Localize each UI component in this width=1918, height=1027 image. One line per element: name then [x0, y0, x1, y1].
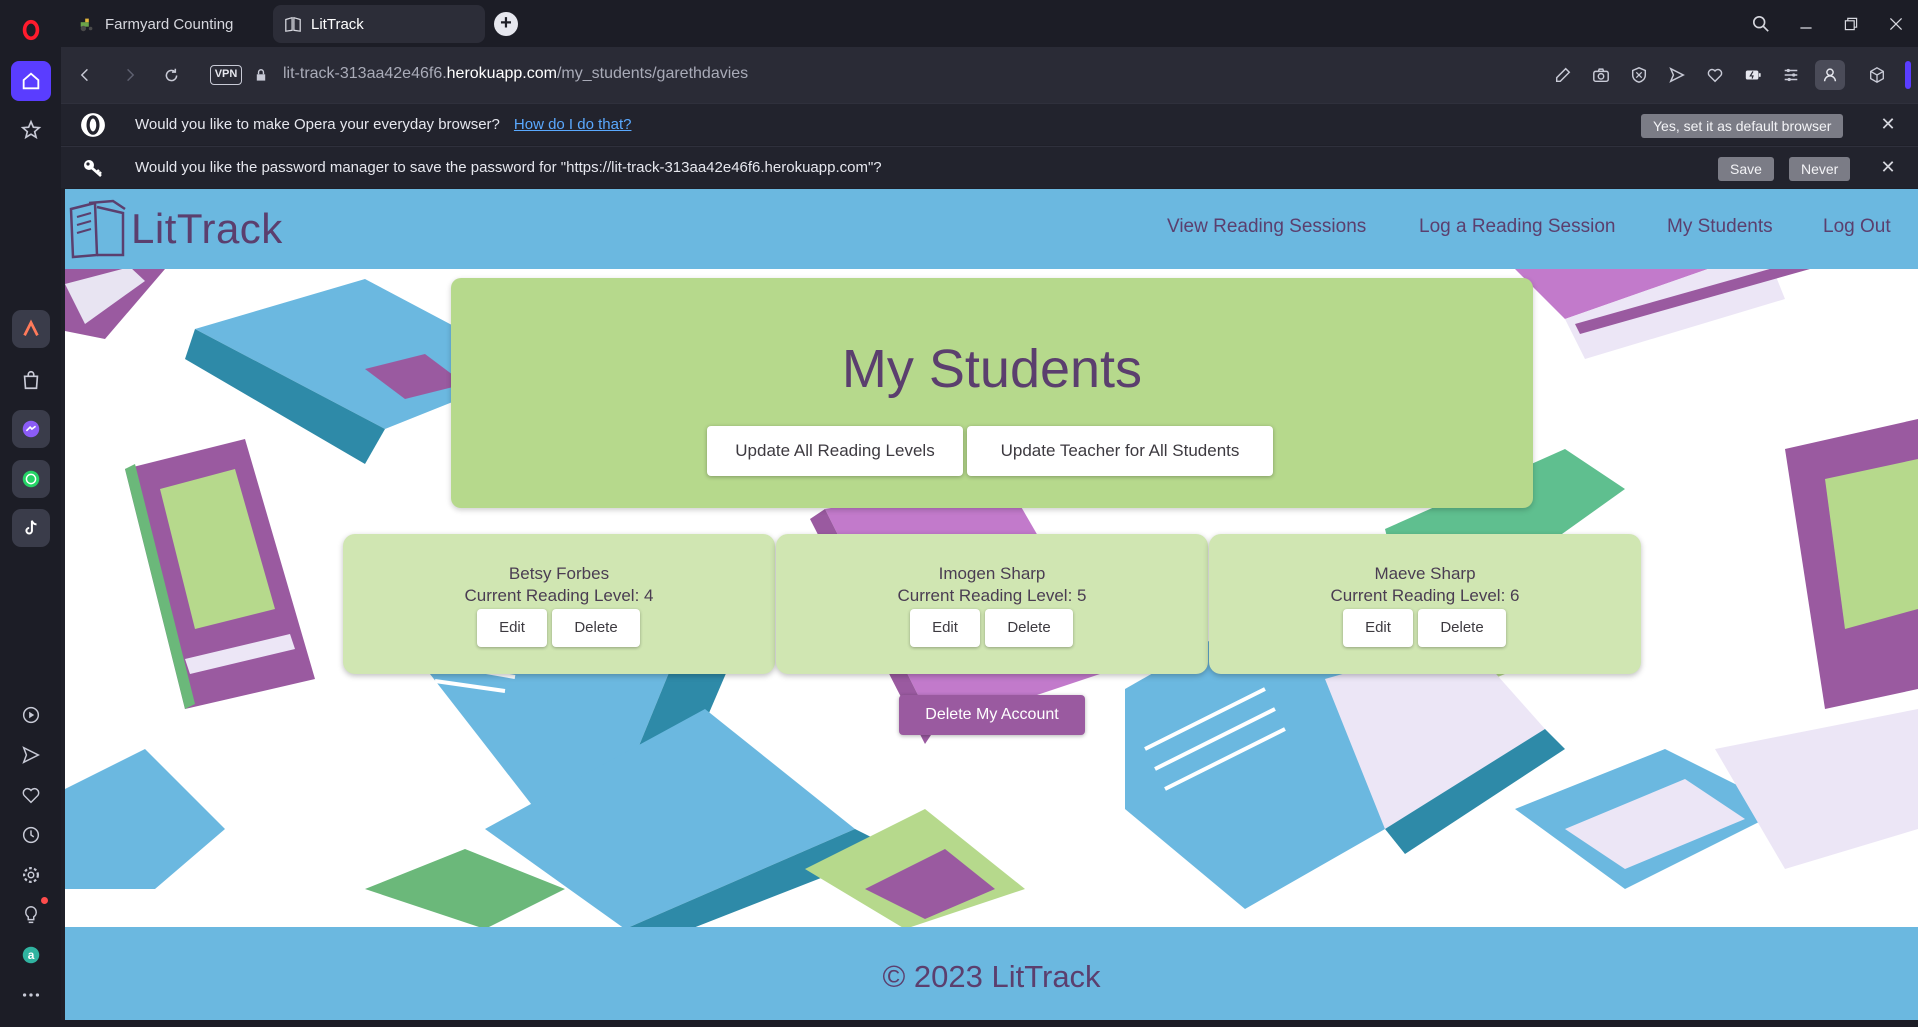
heart-toolbar-icon[interactable]: [1701, 61, 1729, 89]
student-reading-level: Current Reading Level: 5: [897, 586, 1087, 605]
minimize-icon[interactable]: [1791, 10, 1821, 38]
snapshot-camera-icon[interactable]: [1587, 61, 1615, 89]
update-teacher-button[interactable]: Update Teacher for All Students: [967, 426, 1273, 476]
messenger-icon[interactable]: [12, 410, 50, 448]
opera-o-icon: [79, 111, 107, 139]
delete-student-button[interactable]: Delete: [1418, 609, 1506, 647]
close-icon[interactable]: ✕: [1878, 157, 1898, 177]
save-password-button[interactable]: Save: [1718, 157, 1774, 181]
student-name: Maeve Sharp: [1374, 564, 1476, 583]
edit-student-button[interactable]: Edit: [910, 609, 980, 647]
nav-view-reading-sessions[interactable]: View Reading Sessions: [1167, 216, 1366, 238]
password-message: Would you like the password manager to s…: [135, 159, 882, 176]
edit-student-button[interactable]: Edit: [1343, 609, 1413, 647]
how-to-link[interactable]: How do I do that?: [514, 116, 632, 133]
profile-avatar-icon[interactable]: [1815, 60, 1845, 90]
student-card: Betsy Forbes Current Reading Level: 4 Ed…: [343, 534, 775, 674]
extensions-cube-icon[interactable]: [1863, 61, 1891, 89]
close-window-icon[interactable]: [1881, 10, 1911, 38]
page-viewport: LitTrack View Reading Sessions Log a Rea…: [65, 189, 1918, 1020]
tab-littrack[interactable]: LitTrack: [273, 5, 485, 43]
site-logo[interactable]: LitTrack: [67, 199, 283, 259]
history-clock-icon[interactable]: [11, 815, 51, 855]
easy-setup-sliders-icon[interactable]: [1777, 61, 1805, 89]
lightbulb-icon[interactable]: [11, 895, 51, 935]
tab-farmyard-counting[interactable]: Farmyard Counting: [67, 5, 277, 43]
site-footer: © 2023 LitTrack: [65, 927, 1918, 1020]
adblock-shield-icon[interactable]: [1625, 61, 1653, 89]
logo-text: LitTrack: [131, 205, 283, 252]
battery-saver-icon[interactable]: [1739, 61, 1767, 89]
address-bar-row: VPN lit-track-313aa42e46f6.herokuapp.com…: [61, 47, 1918, 103]
flow-send-toolbar-icon[interactable]: [1663, 61, 1691, 89]
amazon-icon[interactable]: a: [11, 935, 51, 975]
never-save-button[interactable]: Never: [1789, 157, 1851, 181]
vpn-badge[interactable]: VPN: [210, 65, 242, 85]
notification-dot: [41, 897, 48, 904]
shopping-bag-icon[interactable]: [11, 360, 51, 400]
new-tab-plus-icon[interactable]: +: [494, 12, 518, 36]
sidebar-accent-bar: [1905, 61, 1911, 89]
restore-icon[interactable]: [1836, 10, 1866, 38]
student-card: Maeve Sharp Current Reading Level: 6 Edi…: [1209, 534, 1641, 674]
url-path: /my_students/garethdavies: [556, 65, 749, 82]
svg-text:a: a: [28, 948, 35, 962]
heart-icon[interactable]: [11, 775, 51, 815]
password-infobar: Would you like the password manager to s…: [61, 146, 1918, 188]
edit-student-button[interactable]: Edit: [477, 609, 547, 647]
nav-my-students[interactable]: My Students: [1667, 216, 1773, 238]
book-favicon-icon: [283, 14, 303, 34]
opera-sidebar: a: [0, 0, 61, 1027]
url-field[interactable]: lit-track-313aa42e46f6.herokuapp.com/my_…: [283, 65, 748, 83]
settings-gear-icon[interactable]: [11, 855, 51, 895]
student-name: Imogen Sharp: [938, 564, 1046, 583]
nav-log-out[interactable]: Log Out: [1823, 216, 1891, 238]
default-browser-text: Would you like to make Opera your everyd…: [135, 116, 500, 133]
default-browser-infobar: Would you like to make Opera your everyd…: [61, 103, 1918, 145]
flow-send-icon[interactable]: [11, 735, 51, 775]
delete-student-button[interactable]: Delete: [552, 609, 640, 647]
tab-label: LitTrack: [311, 15, 364, 33]
student-card: Imogen Sharp Current Reading Level: 5 Ed…: [776, 534, 1208, 674]
bookmarks-star-icon[interactable]: [11, 110, 51, 150]
student-name: Betsy Forbes: [508, 564, 610, 583]
set-default-button[interactable]: Yes, set it as default browser: [1641, 114, 1844, 138]
whatsapp-icon[interactable]: [12, 460, 50, 498]
edit-page-icon[interactable]: [1549, 61, 1577, 89]
tab-strip: Farmyard Counting LitTrack +: [61, 0, 1918, 47]
url-host: herokuapp.com: [446, 65, 557, 82]
home-icon[interactable]: [11, 61, 51, 101]
forward-icon[interactable]: [116, 61, 144, 89]
tractor-icon: [77, 14, 97, 34]
opera-logo-icon[interactable]: [11, 10, 51, 50]
nav-log-reading-session[interactable]: Log a Reading Session: [1419, 216, 1615, 238]
url-prefix: lit-track-313aa42e46f6.: [283, 65, 447, 82]
close-icon[interactable]: ✕: [1878, 114, 1898, 134]
tiktok-icon[interactable]: [12, 509, 50, 547]
infobar-message: Would you like to make Opera your everyd…: [135, 116, 631, 133]
reload-icon[interactable]: [157, 61, 185, 89]
delete-student-button[interactable]: Delete: [985, 609, 1073, 647]
aria-ai-icon[interactable]: [12, 310, 50, 348]
student-reading-level: Current Reading Level: 6: [1330, 586, 1520, 605]
player-icon[interactable]: [11, 695, 51, 735]
back-icon[interactable]: [71, 61, 99, 89]
page-title: My Students: [841, 339, 1143, 399]
search-tabs-icon[interactable]: [1746, 10, 1776, 38]
student-reading-level: Current Reading Level: 4: [464, 586, 654, 605]
site-header: LitTrack View Reading Sessions Log a Rea…: [65, 189, 1918, 269]
window-bottom-edge: [61, 1020, 1918, 1027]
hero-panel: My Students Update All Reading Levels Up…: [451, 278, 1533, 508]
key-icon: [79, 154, 107, 182]
more-dots-icon[interactable]: [11, 975, 51, 1015]
tab-label: Farmyard Counting: [105, 15, 234, 33]
footer-copyright: © 2023 LitTrack: [882, 959, 1101, 994]
delete-my-account-button[interactable]: Delete My Account: [899, 695, 1085, 735]
open-book-logo-icon: [69, 199, 126, 259]
update-all-reading-levels-button[interactable]: Update All Reading Levels: [707, 426, 963, 476]
lock-icon[interactable]: [247, 61, 275, 89]
